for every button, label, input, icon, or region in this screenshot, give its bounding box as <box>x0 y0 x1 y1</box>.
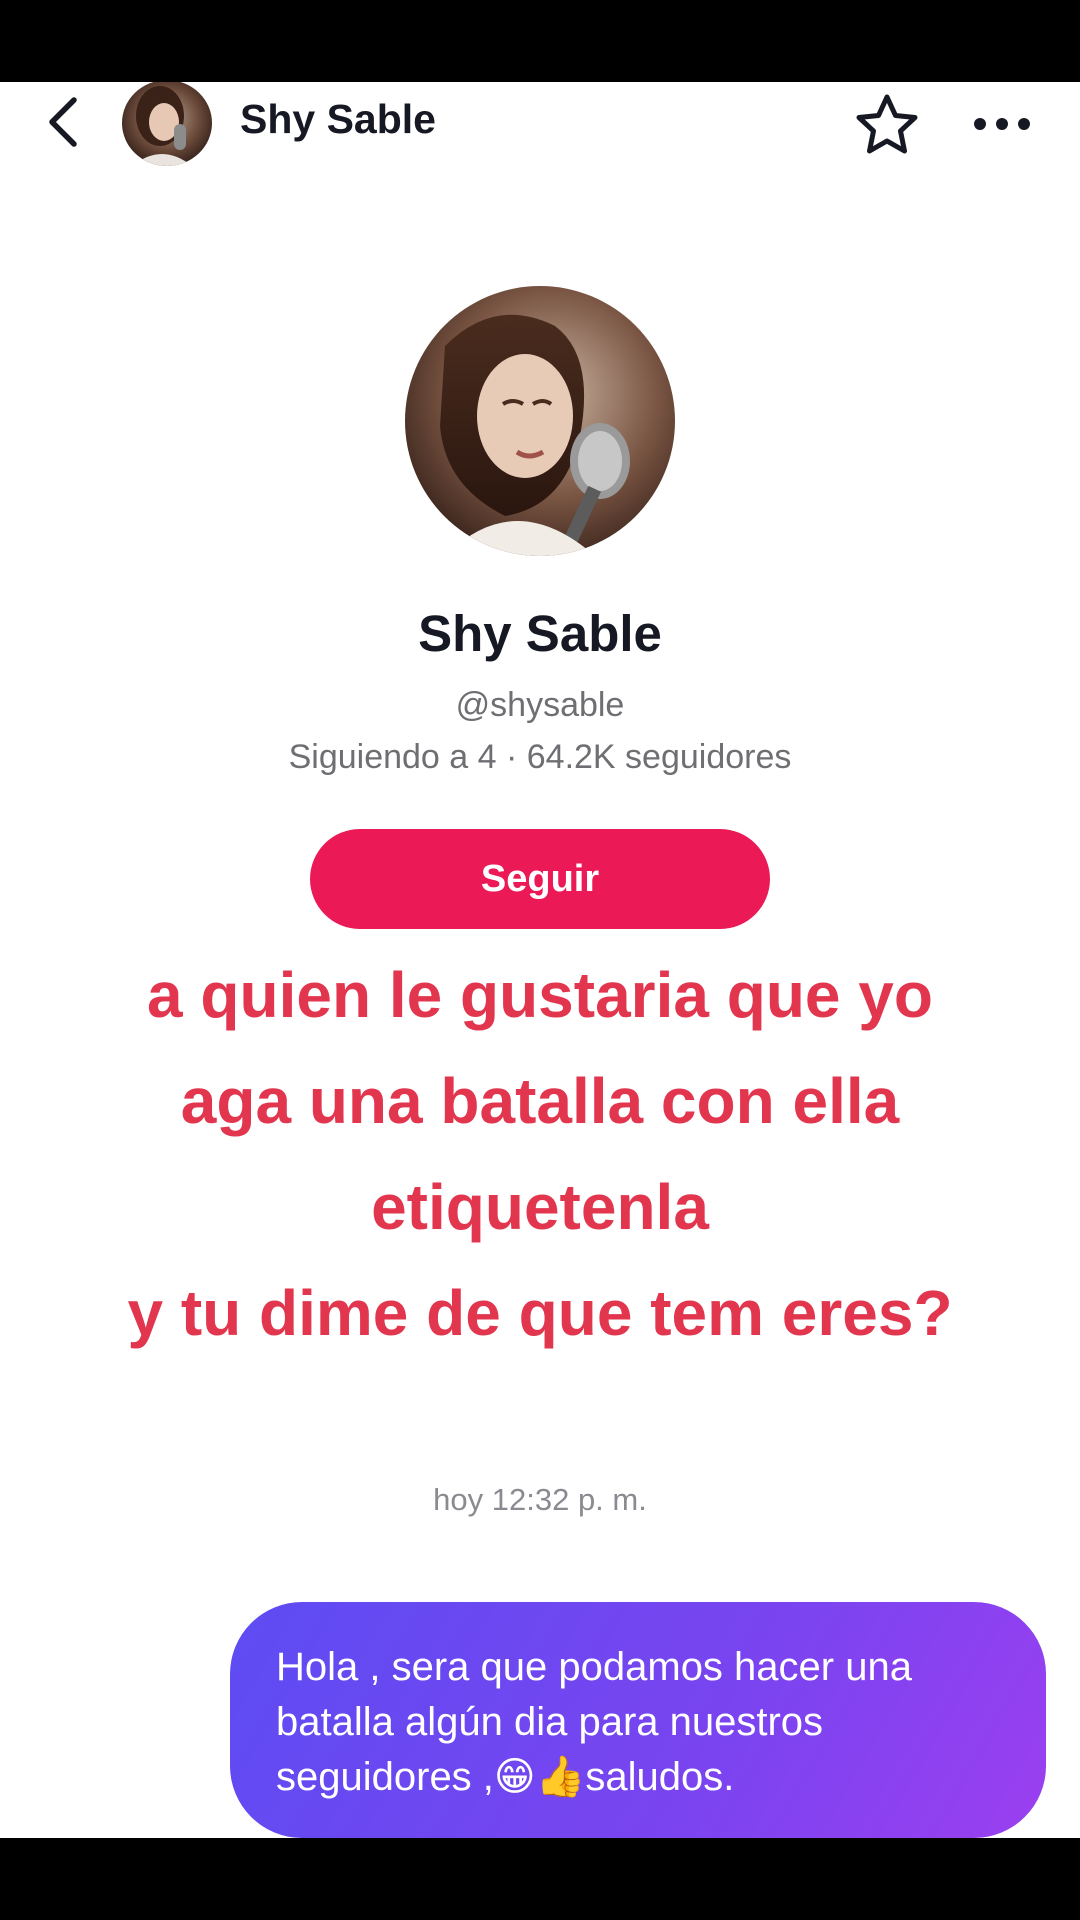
overlay-line: etiquetenla <box>371 1171 709 1243</box>
header-title[interactable]: Shy Sable <box>240 96 436 143</box>
navigation-bar-area <box>0 1838 1080 1920</box>
follow-button[interactable]: Seguir <box>310 829 770 929</box>
profile-avatar[interactable] <box>405 286 675 556</box>
chevron-left-icon <box>49 97 77 147</box>
message-text-line: seguidores ,😁👍saludos. <box>276 1755 735 1799</box>
header-avatar[interactable] <box>122 82 212 166</box>
profile-stats: Siguiendo a 4 · 64.2K seguidores <box>288 738 792 776</box>
back-button[interactable] <box>36 90 90 154</box>
screen: Shy Sable Shy Sable @shysable Siguiendo … <box>0 0 1080 1920</box>
sent-message-bubble[interactable]: Hola , sera que podamos hacer una batall… <box>230 1602 1046 1838</box>
message-timestamp: hoy 12:32 p. m. <box>433 1482 647 1517</box>
chat-header: Shy Sable <box>0 82 1080 182</box>
more-horizontal-icon <box>974 118 1030 130</box>
status-bar-area <box>0 0 1080 82</box>
more-options-button[interactable] <box>966 94 1038 154</box>
overlay-line: y tu dime de que tem eres? <box>127 1277 953 1349</box>
favorite-button[interactable] <box>850 88 924 162</box>
profile-handle: @shysable <box>455 686 625 724</box>
message-text-line: Hola , sera que podamos hacer una <box>276 1645 912 1689</box>
chat-screen: Shy Sable Shy Sable @shysable Siguiendo … <box>0 82 1080 1838</box>
overlay-line: aga una batalla con ella <box>180 1065 900 1137</box>
message-text-line: batalla algún dia para nuestros <box>276 1700 824 1744</box>
star-outline-icon <box>856 94 918 154</box>
overlay-caption: a quien le gustaria que yo aga una batal… <box>20 942 1060 1366</box>
profile-name: Shy Sable <box>418 605 662 662</box>
overlay-line: a quien le gustaria que yo <box>147 959 933 1031</box>
